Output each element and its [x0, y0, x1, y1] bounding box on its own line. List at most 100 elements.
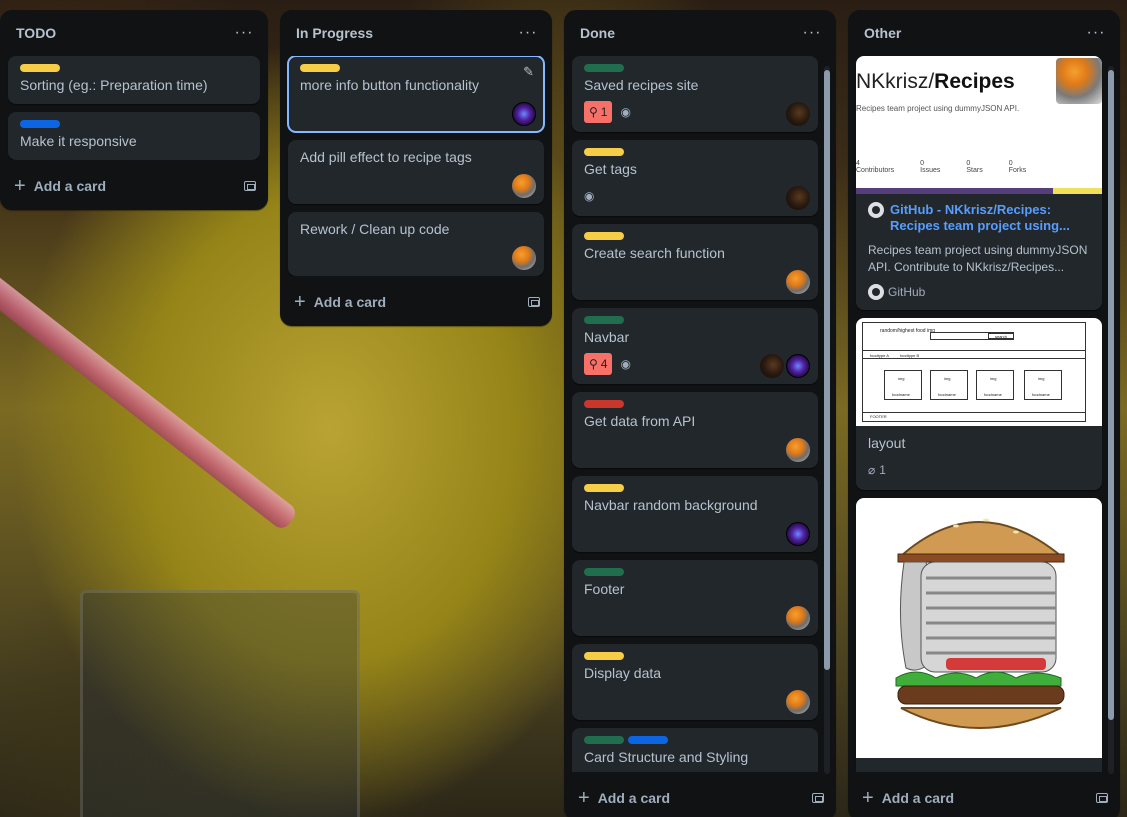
avatar[interactable]: [786, 186, 810, 210]
add-card-text: Add a card: [881, 790, 955, 806]
card[interactable]: Add pill effect to recipe tags: [288, 140, 544, 204]
avatar[interactable]: [760, 354, 784, 378]
list-other: Other ··· NKkrisz/Recipes Recipes team p…: [848, 10, 1120, 817]
add-card-button[interactable]: + Add a card: [564, 776, 836, 817]
background-beaker: [80, 590, 360, 817]
stat-forks: 0 Forks: [1008, 160, 1027, 174]
avatar[interactable]: [786, 606, 810, 630]
link-source[interactable]: GitHub: [868, 284, 1090, 300]
card[interactable]: Rework / Clean up code: [288, 212, 544, 276]
card-label[interactable]: [584, 484, 624, 492]
card[interactable]: Card Structure and Styling: [572, 728, 818, 772]
card-title: more info button functionality: [300, 77, 479, 93]
card-title: Rework / Clean up code: [300, 221, 450, 237]
scrollbar-thumb[interactable]: [1108, 70, 1114, 720]
card-members: [786, 270, 810, 294]
list-title[interactable]: In Progress: [296, 25, 373, 41]
create-from-template-icon[interactable]: [812, 793, 824, 803]
list-menu-icon[interactable]: ···: [800, 25, 824, 41]
list-scrollbar[interactable]: [824, 66, 830, 774]
link-title[interactable]: GitHub - NKkrisz/Recipes: Recipes team p…: [868, 202, 1090, 234]
edit-icon[interactable]: ✎: [523, 64, 534, 80]
create-from-template-icon[interactable]: [1096, 793, 1108, 803]
avatar[interactable]: [512, 174, 536, 198]
list-in-progress: In Progress ··· more info button functio…: [280, 10, 552, 326]
card[interactable]: Navbar random background: [572, 476, 818, 552]
avatar[interactable]: [512, 246, 536, 270]
list-title[interactable]: Done: [580, 25, 615, 41]
avatar[interactable]: [786, 102, 810, 126]
list-header: TODO ···: [0, 10, 268, 56]
card-members: [512, 102, 536, 126]
add-card-button[interactable]: + Add a card: [848, 776, 1120, 817]
card-labels: [584, 148, 806, 156]
card[interactable]: Create search function: [572, 224, 818, 300]
card-label[interactable]: [584, 568, 624, 576]
list-menu-icon[interactable]: ···: [1084, 25, 1108, 41]
card-label[interactable]: [584, 652, 624, 660]
card-label[interactable]: [584, 232, 624, 240]
badge-count: 4: [600, 357, 608, 371]
card-labels: [20, 120, 248, 128]
card-badges: ⚲ 1 ◉: [584, 100, 806, 124]
avatar[interactable]: [512, 102, 536, 126]
card[interactable]: [856, 498, 1102, 772]
list-title[interactable]: TODO: [16, 25, 56, 41]
add-card-label: + Add a card: [578, 787, 670, 809]
card[interactable]: Get tags ◉: [572, 140, 818, 216]
wire-cell: img: [1038, 376, 1045, 381]
card-title: Add pill effect to recipe tags: [300, 149, 472, 165]
scrollbar-thumb[interactable]: [824, 70, 830, 670]
avatar[interactable]: [786, 354, 810, 378]
add-card-label: + Add a card: [294, 291, 386, 313]
due-date-badge[interactable]: ⚲ 1: [584, 101, 613, 123]
link-card[interactable]: NKkrisz/Recipes Recipes team project usi…: [856, 56, 1102, 310]
card-label[interactable]: [584, 148, 624, 156]
card-label[interactable]: [584, 400, 624, 408]
add-card-label: + Add a card: [862, 788, 955, 808]
list-menu-icon[interactable]: ···: [232, 25, 256, 41]
list-title[interactable]: Other: [864, 25, 901, 41]
card[interactable]: Navbar ⚲ 4 ◉: [572, 308, 818, 384]
card-title: Navbar: [584, 329, 630, 345]
card[interactable]: Display data: [572, 644, 818, 720]
card[interactable]: Footer: [572, 560, 818, 636]
card[interactable]: more info button functionality ✎: [287, 56, 545, 133]
plus-icon: +: [294, 291, 306, 313]
card-title: Display data: [584, 665, 662, 681]
card-label[interactable]: [584, 736, 624, 744]
create-from-template-icon[interactable]: [528, 297, 540, 307]
card-members: [786, 186, 810, 210]
card-label[interactable]: [628, 736, 668, 744]
due-date-badge[interactable]: ⚲ 4: [584, 353, 613, 375]
card-label[interactable]: [584, 316, 624, 324]
card[interactable]: Saved recipes site ⚲ 1 ◉: [572, 56, 818, 132]
card-label[interactable]: [300, 64, 340, 72]
list-scrollbar[interactable]: [1108, 66, 1114, 774]
card-label[interactable]: [20, 120, 60, 128]
card-labels: [584, 736, 806, 744]
create-from-template-icon[interactable]: [244, 181, 256, 191]
card[interactable]: Get data from API: [572, 392, 818, 468]
wire-name: foodname: [892, 392, 910, 397]
card-label[interactable]: [584, 64, 624, 72]
list-header: In Progress ···: [280, 10, 552, 56]
avatar[interactable]: [786, 438, 810, 462]
card-members: [786, 690, 810, 714]
avatar[interactable]: [786, 522, 810, 546]
avatar[interactable]: [786, 690, 810, 714]
card[interactable]: Sorting (eg.: Preparation time): [8, 56, 260, 104]
plus-icon: +: [578, 787, 590, 809]
card[interactable]: random/highest food img search foodtype …: [856, 318, 1102, 490]
add-card-button[interactable]: + Add a card: [0, 164, 268, 208]
cover-stats: 4 Contributors 0 Issues 0 Stars 0 Forks: [856, 160, 1026, 174]
avatar[interactable]: [786, 270, 810, 294]
list-done: Done ··· Saved recipes site ⚲ 1 ◉ Get tag…: [564, 10, 836, 817]
card-label[interactable]: [20, 64, 60, 72]
watching-eye-icon: ◉: [584, 189, 595, 203]
add-card-button[interactable]: + Add a card: [280, 280, 552, 324]
card[interactable]: Make it responsive: [8, 112, 260, 160]
card-members: [786, 102, 810, 126]
card-title: Footer: [584, 581, 625, 597]
list-menu-icon[interactable]: ···: [516, 25, 540, 41]
